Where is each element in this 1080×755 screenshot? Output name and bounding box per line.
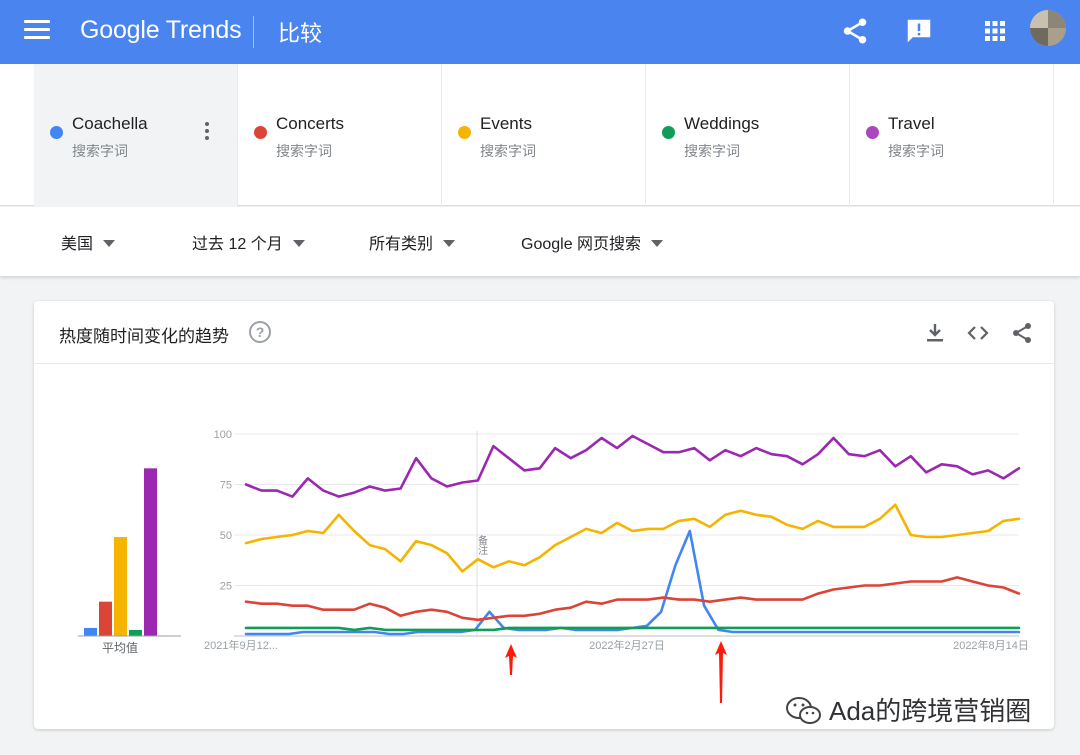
term-card-concerts[interactable]: Concerts 搜索字词 [238,64,442,206]
term-name: Weddings [684,114,760,133]
series-color-dot [50,126,63,139]
series-color-dot [458,126,471,139]
term-name: Coachella [72,114,148,133]
red-annotation-arrow [715,641,727,703]
average-bar-weddings [129,629,142,636]
term-card-travel[interactable]: Travel 搜索字词 [850,64,1054,206]
series-color-dot [662,126,675,139]
term-card-coachella[interactable]: Coachella 搜索字词 [34,64,238,206]
y-tick-label: 75 [220,480,232,492]
search-type-value: Google 网页搜索 [521,236,642,253]
account-avatar[interactable] [1030,10,1066,46]
region-dropdown[interactable]: 美国 [61,230,116,254]
term-card-weddings[interactable]: Weddings 搜索字词 [646,64,850,206]
x-tick-label: 2022年2月27日 [589,638,665,652]
filter-bar: 美国 过去 12 个月 所有类别 Google 网页搜索 [0,207,1080,276]
term-type: 搜索字词 [480,143,536,159]
average-label: 平均值 [102,640,138,655]
top-app-bar: Google Trends 比较 [0,0,1080,64]
header-divider [253,16,254,48]
average-bar-coachella [84,627,97,636]
trend-chart: 25 50 75 100 备注 2021年9月12... 2022年2月27日 2022年8月… [78,429,1029,703]
y-tick-label: 25 [220,581,232,593]
search-type-dropdown[interactable]: Google 网页搜索 [521,230,664,254]
term-name: Events [480,114,532,133]
term-name: Travel [888,114,935,133]
category-value: 所有类别 [369,236,434,253]
watermark: Ada的跨境营销圈 [785,691,1031,728]
region-value: 美国 [61,236,94,253]
google-trends-logo[interactable]: Google Trends [80,16,242,45]
x-tick-label: 2021年9月12... [204,638,278,652]
series-line-travel [244,434,1021,498]
interest-over-time-card: 热度随时间变化的趋势 ? 25 50 75 100 备注 2021年9月12... 2022… [34,301,1054,729]
term-card-events[interactable]: Events 搜索字词 [442,64,646,206]
average-bar-concerts [99,601,112,636]
page-title: 比较 [278,21,323,46]
dropdown-arrow-icon [292,240,305,247]
hamburger-menu-icon[interactable] [24,20,50,44]
y-tick-label: 100 [214,429,232,441]
feedback-icon[interactable] [904,16,934,46]
x-tick-label: 2022年8月14日 [953,638,1029,652]
trends-compare-page: Google Trends 比较 Coachella 搜索字词 Concerts… [0,0,1080,755]
series-color-dot [866,126,879,139]
dropdown-arrow-icon [103,240,116,247]
apps-grid-icon[interactable] [980,16,1010,46]
category-dropdown[interactable]: 所有类别 [369,230,456,254]
series-line-events [244,503,1021,573]
dropdown-arrow-icon [443,240,456,247]
red-annotation-arrow [505,644,517,675]
term-type: 搜索字词 [72,143,128,159]
series-color-dot [254,126,267,139]
note-marker-label: 备注 [476,534,488,555]
wechat-icon [786,697,821,724]
y-tick-label: 50 [220,530,232,542]
series-line-weddings [244,626,1021,632]
average-bar-travel [144,468,157,636]
time-range-value: 过去 12 个月 [192,236,283,253]
watermark-text: Ada的跨境营销圈 [829,696,1032,726]
term-type: 搜索字词 [888,143,944,159]
dropdown-arrow-icon [651,240,664,247]
share-icon[interactable] [840,16,870,46]
term-name: Concerts [276,114,345,133]
term-type: 搜索字词 [276,143,332,159]
time-range-dropdown[interactable]: 过去 12 个月 [192,230,305,254]
average-bar-events [114,537,127,636]
search-terms-row: Coachella 搜索字词 Concerts 搜索字词 Events 搜索字词… [0,64,1080,206]
series-line-concerts [244,576,1021,622]
term-type: 搜索字词 [684,143,740,159]
more-vert-icon[interactable] [202,122,212,144]
